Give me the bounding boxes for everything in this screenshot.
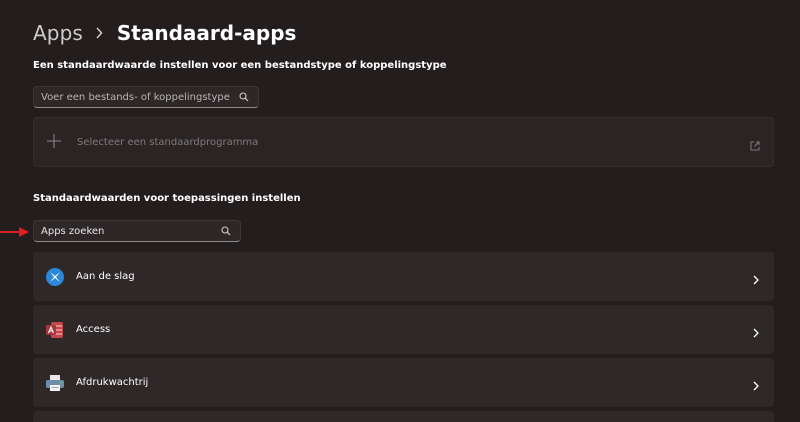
app-row-partial[interactable] — [33, 411, 774, 422]
app-label: Aan de slag — [76, 271, 135, 282]
default-apps-page: Apps Standaard-apps Een standaardwaarde … — [0, 0, 800, 422]
apps-search-box[interactable] — [33, 220, 241, 242]
breadcrumb: Apps Standaard-apps — [33, 18, 296, 48]
chevron-right-icon — [752, 271, 760, 284]
chevron-right-icon — [95, 26, 105, 40]
app-label: Access — [76, 324, 111, 335]
file-type-search-input[interactable] — [34, 87, 234, 107]
select-default-program-label: Selecteer een standaardprogramma — [77, 137, 259, 148]
app-row-aan-de-slag[interactable]: Aan de slag — [33, 252, 774, 301]
search-icon[interactable] — [216, 221, 236, 241]
print-queue-icon — [45, 373, 65, 393]
breadcrumb-apps-link[interactable]: Apps — [33, 21, 83, 45]
search-icon[interactable] — [234, 87, 254, 107]
chevron-right-icon — [752, 324, 760, 337]
get-started-icon — [45, 267, 65, 287]
app-row-afdrukwachtrij[interactable]: Afdrukwachtrij — [33, 358, 774, 407]
file-type-search-box[interactable] — [33, 86, 259, 108]
access-icon — [45, 320, 65, 340]
annotation-arrow-icon — [0, 227, 29, 237]
apps-section-title: Standaardwaarden voor toepassingen inste… — [33, 193, 301, 204]
chevron-right-icon — [752, 377, 760, 390]
select-default-program-card[interactable]: Selecteer een standaardprogramma — [33, 117, 774, 167]
page-title: Standaard-apps — [116, 21, 297, 45]
app-label: Afdrukwachtrij — [76, 377, 149, 388]
file-type-section-title: Een standaardwaarde instellen voor een b… — [33, 60, 447, 71]
app-row-access[interactable]: Access — [33, 305, 774, 354]
plus-icon — [46, 133, 62, 149]
apps-search-input[interactable] — [34, 221, 216, 241]
external-link-icon — [749, 137, 761, 151]
